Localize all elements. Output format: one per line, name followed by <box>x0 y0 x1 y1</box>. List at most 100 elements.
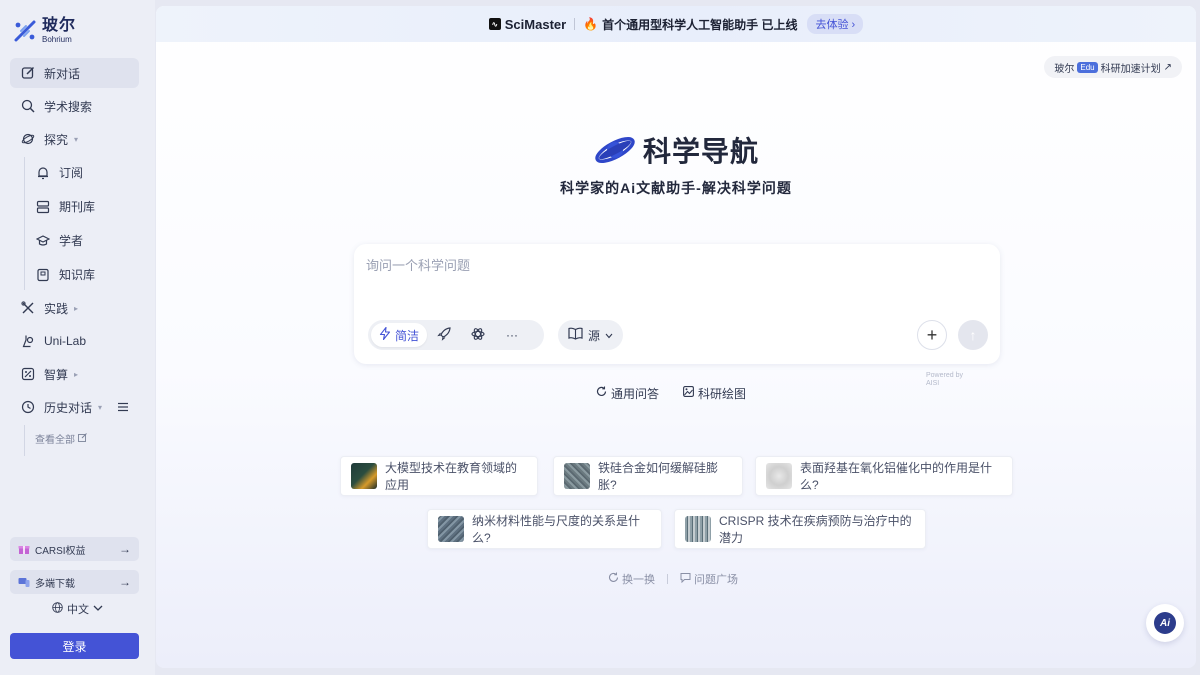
suggestion-card[interactable]: 纳米材料性能与尺度的关系是什么? <box>427 509 662 549</box>
edu-program-link[interactable]: 玻尔 Edu 科研加速计划 ↗ <box>1044 56 1182 78</box>
source-label: 源 <box>588 328 601 343</box>
add-attachment-button[interactable]: + <box>917 320 947 350</box>
planet-logo-icon <box>595 137 635 163</box>
tab-general-qa[interactable]: 通用问答 <box>590 382 665 404</box>
search-icon <box>20 98 36 114</box>
sidebar-item-label: 智算 <box>44 367 69 382</box>
powered-by-org: AISI <box>926 380 940 387</box>
lightning-icon <box>379 326 391 343</box>
refresh-chat-icon <box>596 386 607 400</box>
suggestion-thumbnail <box>564 463 590 489</box>
plus-icon: + <box>926 324 938 345</box>
sidebar-item-label: 历史对话 <box>44 400 93 415</box>
download-label: 多端下载 <box>35 578 75 590</box>
scimaster-logo: ∿ SciMaster <box>488 17 566 32</box>
mode-concise-button[interactable]: 简洁 <box>371 323 428 347</box>
language-selector[interactable]: 中文 <box>0 601 155 617</box>
question-input[interactable] <box>366 258 966 273</box>
refresh-label: 换一换 <box>622 574 655 586</box>
sidebar-item-label: 实践 <box>44 301 69 316</box>
arrow-up-right-icon: ↗ <box>1163 61 1172 73</box>
sidebar: 玻尔 Bohrium 新对话 学术搜索 探究 ▾ 订阅 期刊库 学者 知识库 实… <box>0 0 155 675</box>
carsi-benefits-button[interactable]: CARSI权益 → <box>10 537 139 561</box>
suggestion-card[interactable]: CRISPR 技术在疾病预防与治疗中的潜力 <box>674 509 926 549</box>
logo-text-en: Bohrium <box>42 35 72 44</box>
ask-box: 简洁 ··· 源 + ↑ <box>354 244 1000 364</box>
question-plaza-link[interactable]: 问题广场 <box>680 571 738 587</box>
banner-title: 首个通用型科学人工智能助手 已上线 <box>602 17 798 32</box>
edu-program-label: 科研加速计划 <box>1100 63 1161 75</box>
chevron-down-icon <box>93 603 103 615</box>
brand-header: 科学导航 <box>156 130 1196 170</box>
compute-icon <box>20 366 36 382</box>
suggestion-text: 铁硅合金如何缓解硅膨胀? <box>598 461 719 492</box>
list-icon[interactable] <box>117 401 129 415</box>
arrow-up-icon: ↑ <box>969 327 977 343</box>
suggestion-text: CRISPR 技术在疾病预防与治疗中的潜力 <box>719 514 912 545</box>
arrow-right-icon: → <box>119 542 131 556</box>
sidebar-item-practice[interactable]: 实践 ▸ <box>10 293 139 323</box>
more-icon[interactable]: ··· <box>495 323 529 347</box>
suggestion-text: 表面羟基在氧化铝催化中的作用是什么? <box>800 461 993 492</box>
lab-icon <box>20 333 36 349</box>
sidebar-item-label: Uni-Lab <box>44 334 87 348</box>
tab-research-drawing-label: 科研绘图 <box>698 386 747 401</box>
multi-device-download-button[interactable]: 多端下载 → <box>10 570 139 594</box>
sidebar-item-compute[interactable]: 智算 ▸ <box>10 359 139 389</box>
send-button[interactable]: ↑ <box>958 320 988 350</box>
chevron-right-icon: ▸ <box>74 369 79 379</box>
try-now-button[interactable]: 去体验 › <box>807 14 864 34</box>
rocket-icon <box>437 326 451 344</box>
explore-icon <box>20 131 36 147</box>
suggestion-card[interactable]: 大模型技术在教育领域的应用 <box>340 456 538 496</box>
sidebar-item-label: 知识库 <box>59 268 96 282</box>
announcement-banner[interactable]: ∿ SciMaster 🔥 首个通用型科学人工智能助手 已上线 去体验 › <box>156 6 1196 42</box>
sidebar-item-history[interactable]: 历史对话 ▾ <box>10 392 139 422</box>
source-selector[interactable]: 源 <box>558 320 624 350</box>
sidebar-item-scholars[interactable]: 学者 <box>35 225 139 256</box>
sidebar-nav: 新对话 学术搜索 探究 ▾ 订阅 期刊库 学者 知识库 实践 ▸ Uni-Lab… <box>10 58 139 456</box>
suggestion-thumbnail <box>685 516 711 542</box>
sidebar-item-knowledge-base[interactable]: 知识库 <box>35 259 139 290</box>
sidebar-item-explore[interactable]: 探究 ▾ <box>10 124 139 154</box>
tab-general-qa-label: 通用问答 <box>611 386 660 401</box>
tools-icon <box>20 300 36 316</box>
language-label: 中文 <box>67 604 89 616</box>
sidebar-item-new-chat[interactable]: 新对话 <box>10 58 139 88</box>
sidebar-item-journals[interactable]: 期刊库 <box>35 191 139 222</box>
refresh-icon <box>608 572 619 586</box>
mode-selector: 简洁 ··· <box>368 320 544 350</box>
chevron-down-icon <box>605 328 613 342</box>
suggestion-text: 大模型技术在教育领域的应用 <box>385 461 518 492</box>
suggestion-card[interactable]: 铁硅合金如何缓解硅膨胀? <box>553 456 743 496</box>
graduation-cap-icon <box>35 233 51 249</box>
sidebar-item-label: 期刊库 <box>59 200 96 214</box>
quick-tabs: 通用问答 科研绘图 <box>590 382 752 404</box>
mode-rocket-button[interactable] <box>427 323 461 347</box>
suggestion-card[interactable]: 表面羟基在氧化铝催化中的作用是什么? <box>755 456 1013 496</box>
banner-divider <box>574 18 576 30</box>
ai-assistant-button[interactable]: Ai <box>1146 604 1184 642</box>
page-title: 科学导航 <box>642 136 759 167</box>
bell-icon <box>35 165 51 181</box>
sidebar-item-academic-search[interactable]: 学术搜索 <box>10 91 139 121</box>
mode-atom-button[interactable] <box>461 323 495 347</box>
image-icon <box>683 386 694 400</box>
sidebar-item-label: 学术搜索 <box>44 99 93 114</box>
chevron-down-icon: ▾ <box>74 134 79 144</box>
try-now-label: 去体验 <box>815 19 849 31</box>
carsi-label: CARSI权益 <box>35 545 86 557</box>
bottom-links: 换一换 问题广场 <box>608 571 738 587</box>
sidebar-item-uni-lab[interactable]: Uni-Lab <box>10 326 139 356</box>
refresh-suggestions-button[interactable]: 换一换 <box>608 571 655 587</box>
login-button[interactable]: 登录 <box>10 633 139 659</box>
page-subtitle: 科学家的Ai文献助手-解决科学问题 <box>560 180 792 196</box>
view-all-history-link[interactable]: 查看全部 <box>24 425 139 456</box>
sidebar-item-subscribe[interactable]: 订阅 <box>35 157 139 188</box>
suggestion-thumbnail <box>438 516 464 542</box>
sidebar-item-label: 探究 <box>44 132 69 147</box>
main-panel: ∿ SciMaster 🔥 首个通用型科学人工智能助手 已上线 去体验 › 玻尔… <box>156 6 1196 668</box>
bohrium-logo[interactable]: 玻尔 Bohrium <box>12 18 76 44</box>
tab-research-drawing[interactable]: 科研绘图 <box>677 382 752 404</box>
logo-text-cn: 玻尔 <box>42 17 77 34</box>
